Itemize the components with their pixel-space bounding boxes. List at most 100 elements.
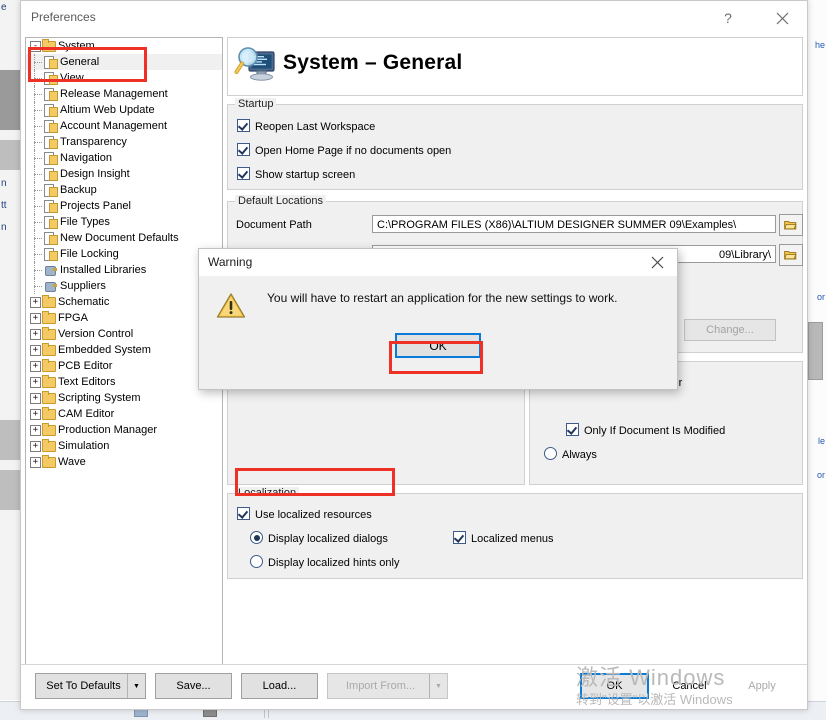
page-folder-icon (44, 88, 58, 101)
preferences-tree[interactable]: - System General View Release Management Alti… (25, 37, 223, 666)
tree-item-projects-panel[interactable]: Projects Panel (26, 198, 222, 214)
tree-item-altium-web-update[interactable]: Altium Web Update (26, 102, 222, 118)
tree-item-production-manager[interactable]: + Production Manager (26, 422, 222, 438)
tree-item-text-editors[interactable]: + Text Editors (26, 374, 222, 390)
radio-button[interactable] (250, 531, 263, 544)
page-folder-icon (44, 216, 58, 229)
set-to-defaults-button[interactable]: Set To Defaults ▼ (35, 673, 146, 699)
radio-always[interactable]: Always (544, 447, 597, 461)
radio-display-localized-dialogs[interactable]: Display localized dialogs (250, 531, 388, 545)
checkbox-label: Only If Document Is Modified (584, 425, 726, 437)
checkbox-label: Use localized resources (255, 509, 372, 521)
plug-icon (44, 264, 57, 276)
tree-item-wave[interactable]: + Wave (26, 454, 222, 470)
checkbox-box[interactable] (237, 119, 250, 132)
checkbox-reopen-last-workspace[interactable]: Reopen Last Workspace (237, 119, 375, 133)
checkbox-box[interactable] (566, 423, 579, 436)
library-path-value: 09\Library\ (719, 249, 771, 261)
collapse-icon[interactable]: - (30, 41, 41, 52)
close-icon[interactable] (637, 249, 677, 276)
startup-group: Startup Reopen Last Workspace Open Home … (227, 98, 803, 190)
warning-dialog-ok-button[interactable]: OK (395, 333, 481, 358)
tree-item-schematic[interactable]: + Schematic (26, 294, 222, 310)
change-system-font-button[interactable]: Change... (684, 319, 776, 341)
radio-display-localized-hints-only[interactable]: Display localized hints only (250, 555, 399, 569)
tree-item-label: Altium Web Update (60, 104, 155, 116)
expand-icon[interactable]: + (30, 345, 41, 356)
tree-item-general[interactable]: General (26, 54, 222, 70)
tree-item-scripting-system[interactable]: + Scripting System (26, 390, 222, 406)
close-icon[interactable] (759, 1, 805, 35)
tree-item-embedded-system[interactable]: + Embedded System (26, 342, 222, 358)
background-scrollbar-thumb[interactable] (808, 322, 823, 380)
checkbox-box[interactable] (453, 531, 466, 544)
apply-button[interactable]: Apply (730, 673, 794, 699)
radio-button[interactable] (250, 555, 263, 568)
expand-icon[interactable]: + (30, 457, 41, 468)
tree-item-simulation[interactable]: + Simulation (26, 438, 222, 454)
folder-icon (42, 295, 56, 308)
expand-icon[interactable]: + (30, 377, 41, 388)
import-from-label: Import From... (345, 680, 416, 692)
import-from-button[interactable]: Import From... ▼ (327, 673, 448, 699)
tree-item-new-document-defaults[interactable]: New Document Defaults (26, 230, 222, 246)
checkbox-open-home-page[interactable]: Open Home Page if no documents open (237, 143, 451, 157)
checkbox-box[interactable] (237, 143, 250, 156)
load-button[interactable]: Load... (241, 673, 318, 699)
tree-item-pcb-editor[interactable]: + PCB Editor (26, 358, 222, 374)
checkbox-only-if-document-is-modified[interactable]: Only If Document Is Modified (566, 423, 725, 437)
background-text: e (1, 2, 7, 13)
checkbox-show-startup-screen[interactable]: Show startup screen (237, 167, 355, 181)
library-path-browse-button[interactable] (779, 244, 803, 266)
checkbox-localized-menus[interactable]: Localized menus (453, 531, 554, 545)
expand-icon[interactable]: + (30, 361, 41, 372)
tree-item-backup[interactable]: Backup (26, 182, 222, 198)
tree-item-navigation[interactable]: Navigation (26, 150, 222, 166)
checkbox-use-localized-resources[interactable]: Use localized resources (237, 507, 372, 521)
expand-icon[interactable]: + (30, 329, 41, 340)
document-path-browse-button[interactable] (779, 214, 803, 236)
tree-item-version-control[interactable]: + Version Control (26, 326, 222, 342)
folder-icon (42, 391, 56, 404)
tree-item-label: General (60, 56, 100, 68)
tree-item-label: Transparency (60, 136, 127, 148)
tree-item-release-management[interactable]: Release Management (26, 86, 222, 102)
folder-icon (42, 327, 56, 340)
tree-item-installed-libraries[interactable]: Installed Libraries (26, 262, 222, 278)
radio-button[interactable] (544, 447, 557, 460)
chevron-down-icon[interactable]: ▼ (127, 674, 145, 698)
tree-item-cam-editor[interactable]: + CAM Editor (26, 406, 222, 422)
expand-icon[interactable]: + (30, 313, 41, 324)
expand-icon[interactable]: + (30, 297, 41, 308)
checkbox-box[interactable] (237, 167, 250, 180)
document-path-input[interactable]: C:\PROGRAM FILES (X86)\ALTIUM DESIGNER S… (372, 215, 776, 233)
tree-item-label: File Types (60, 216, 110, 228)
tree-item-view[interactable]: View (26, 70, 222, 86)
page-folder-icon (44, 184, 58, 197)
expand-icon[interactable]: + (30, 393, 41, 404)
tree-item-transparency[interactable]: Transparency (26, 134, 222, 150)
expand-icon[interactable]: + (30, 441, 41, 452)
tree-item-fpga[interactable]: + FPGA (26, 310, 222, 326)
help-icon[interactable]: ? (705, 1, 751, 35)
title-bar: Preferences ? (21, 1, 807, 35)
tree-item-system[interactable]: - System (26, 38, 222, 54)
cancel-button[interactable]: Cancel (655, 673, 724, 699)
expand-icon[interactable]: + (30, 425, 41, 436)
tree-item-label: CAM Editor (58, 408, 115, 420)
tree-item-account-management[interactable]: Account Management (26, 118, 222, 134)
checkbox-box[interactable] (237, 507, 250, 520)
tree-item-file-types[interactable]: File Types (26, 214, 222, 230)
warning-dialog: Warning You will have to restart an appl… (198, 248, 678, 390)
save-button[interactable]: Save... (155, 673, 232, 699)
tree-item-design-insight[interactable]: Design Insight (26, 166, 222, 182)
ok-button[interactable]: OK (580, 673, 649, 699)
tree-item-label: PCB Editor (58, 360, 113, 372)
folder-icon (42, 455, 56, 468)
checkbox-label: Show startup screen (255, 169, 356, 181)
chevron-down-icon[interactable]: ▼ (429, 674, 447, 698)
tree-tick-line (34, 94, 42, 95)
tree-item-file-locking[interactable]: File Locking (26, 246, 222, 262)
expand-icon[interactable]: + (30, 409, 41, 420)
tree-item-suppliers[interactable]: Suppliers (26, 278, 222, 294)
